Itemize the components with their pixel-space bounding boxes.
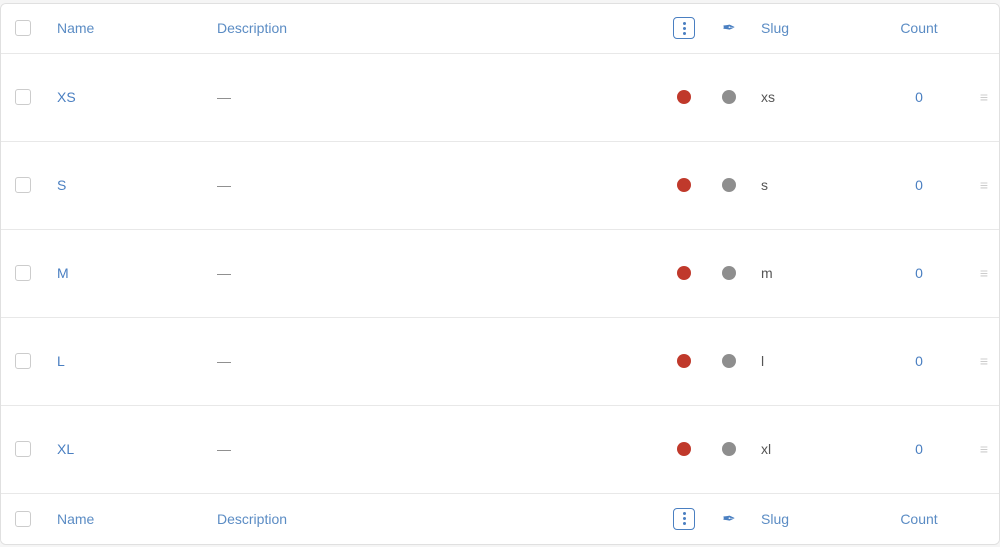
status-dot-red [677,90,691,104]
row-drag-handle-m[interactable]: ≡ [969,266,999,280]
row-name-xl[interactable]: XL [45,441,205,457]
row-description-l: — [205,353,659,369]
footer-description: Description [205,511,659,527]
row-checkbox-cell [1,89,45,105]
drag-handle-icon: ≡ [980,178,988,192]
row-dot-red-s[interactable] [659,178,709,192]
row-dot-gray-m[interactable] [709,266,749,280]
row-slug-s: s [749,177,869,193]
row-checkbox-cell [1,265,45,281]
row-count-xl: 0 [869,441,969,457]
row-drag-handle-xs[interactable]: ≡ [969,90,999,104]
footer-slug: Slug [749,511,869,527]
drag-handle-icon: ≡ [980,266,988,280]
status-dot-red [677,442,691,456]
pen-icon: ✒ [722,18,735,38]
row-dot-red-l[interactable] [659,354,709,368]
row-checkbox-cell [1,353,45,369]
status-dot-red [677,354,691,368]
table-row: XS — xs 0 ≡ [1,54,999,142]
footer-pen-icon-cell: ✒ [709,509,749,529]
row-checkbox-s[interactable] [15,177,31,193]
footer-checkbox-cell [1,511,45,527]
footer-name: Name [45,511,205,527]
row-checkbox-cell [1,441,45,457]
row-slug-xl: xl [749,441,869,457]
row-description-m: — [205,265,659,281]
row-checkbox-m[interactable] [15,265,31,281]
row-count-s: 0 [869,177,969,193]
row-description-xl: — [205,441,659,457]
footer-options-icon-cell [659,508,709,530]
row-checkbox-xl[interactable] [15,441,31,457]
row-checkbox-cell [1,177,45,193]
row-dot-gray-xs[interactable] [709,90,749,104]
header-count: Count [869,20,969,36]
header-name: Name [45,20,205,36]
table-footer: Name Description ✒ Slug Count [1,494,999,544]
row-count-xs: 0 [869,89,969,105]
row-count-m: 0 [869,265,969,281]
row-dot-red-xl[interactable] [659,442,709,456]
table-header: Name Description ✒ Slug Count [1,4,999,54]
footer-count: Count [869,511,969,527]
row-drag-handle-xl[interactable]: ≡ [969,442,999,456]
row-name-s[interactable]: S [45,177,205,193]
status-dot-gray [722,442,736,456]
options-icon [673,17,695,39]
row-dot-gray-xl[interactable] [709,442,749,456]
header-slug: Slug [749,20,869,36]
row-drag-handle-l[interactable]: ≡ [969,354,999,368]
row-drag-handle-s[interactable]: ≡ [969,178,999,192]
row-dot-red-m[interactable] [659,266,709,280]
row-slug-l: l [749,353,869,369]
select-all-checkbox[interactable] [15,20,31,36]
header-checkbox-cell [1,20,45,36]
row-slug-m: m [749,265,869,281]
row-dot-gray-l[interactable] [709,354,749,368]
row-checkbox-l[interactable] [15,353,31,369]
row-description-s: — [205,177,659,193]
drag-handle-icon: ≡ [980,354,988,368]
row-slug-xs: xs [749,89,869,105]
options-icon [673,508,695,530]
drag-handle-icon: ≡ [980,90,988,104]
row-name-l[interactable]: L [45,353,205,369]
row-name-m[interactable]: M [45,265,205,281]
row-name-xs[interactable]: XS [45,89,205,105]
status-dot-red [677,266,691,280]
table-row: L — l 0 ≡ [1,318,999,406]
drag-handle-icon: ≡ [980,442,988,456]
table-row: XL — xl 0 ≡ [1,406,999,494]
row-count-l: 0 [869,353,969,369]
row-dot-gray-s[interactable] [709,178,749,192]
header-pen-icon-cell: ✒ [709,18,749,38]
table-row: S — s 0 ≡ [1,142,999,230]
table-row: M — m 0 ≡ [1,230,999,318]
status-dot-gray [722,178,736,192]
header-options-icon-cell [659,17,709,39]
row-checkbox-xs[interactable] [15,89,31,105]
row-dot-red-xs[interactable] [659,90,709,104]
pen-icon: ✒ [722,509,735,529]
status-dot-gray [722,354,736,368]
status-dot-gray [722,90,736,104]
header-description: Description [205,20,659,36]
status-dot-red [677,178,691,192]
row-description-xs: — [205,89,659,105]
data-table: Name Description ✒ Slug Count XS [0,3,1000,545]
status-dot-gray [722,266,736,280]
footer-select-all-checkbox[interactable] [15,511,31,527]
